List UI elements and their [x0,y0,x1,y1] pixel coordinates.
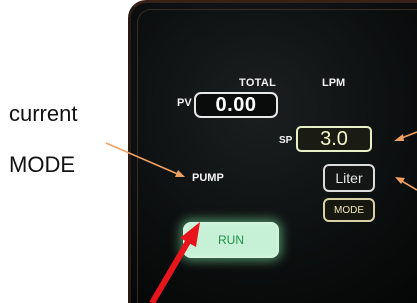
pv-value: 0.00 [215,93,257,116]
pv-label: PV [177,97,192,109]
liter-button[interactable]: Liter [323,164,375,192]
annotation-current: current [9,101,78,126]
setpoint-value: 3.0 [320,127,348,150]
setpoint-field[interactable]: 3.0 [296,126,372,152]
total-label: TOTAL [239,77,277,89]
stage: TOTAL LPM PV 0.00 SP 3.0 PUMP Liter MODE… [0,0,417,303]
pv-display: 0.00 [194,92,278,118]
annotation-mode: MODE [9,152,75,177]
run-button[interactable]: RUN [183,222,279,258]
sp-label: SP [279,135,293,146]
pump-mode-label: PUMP [192,172,224,184]
mode-button[interactable]: MODE [323,198,375,222]
unit-label: LPM [322,77,346,89]
